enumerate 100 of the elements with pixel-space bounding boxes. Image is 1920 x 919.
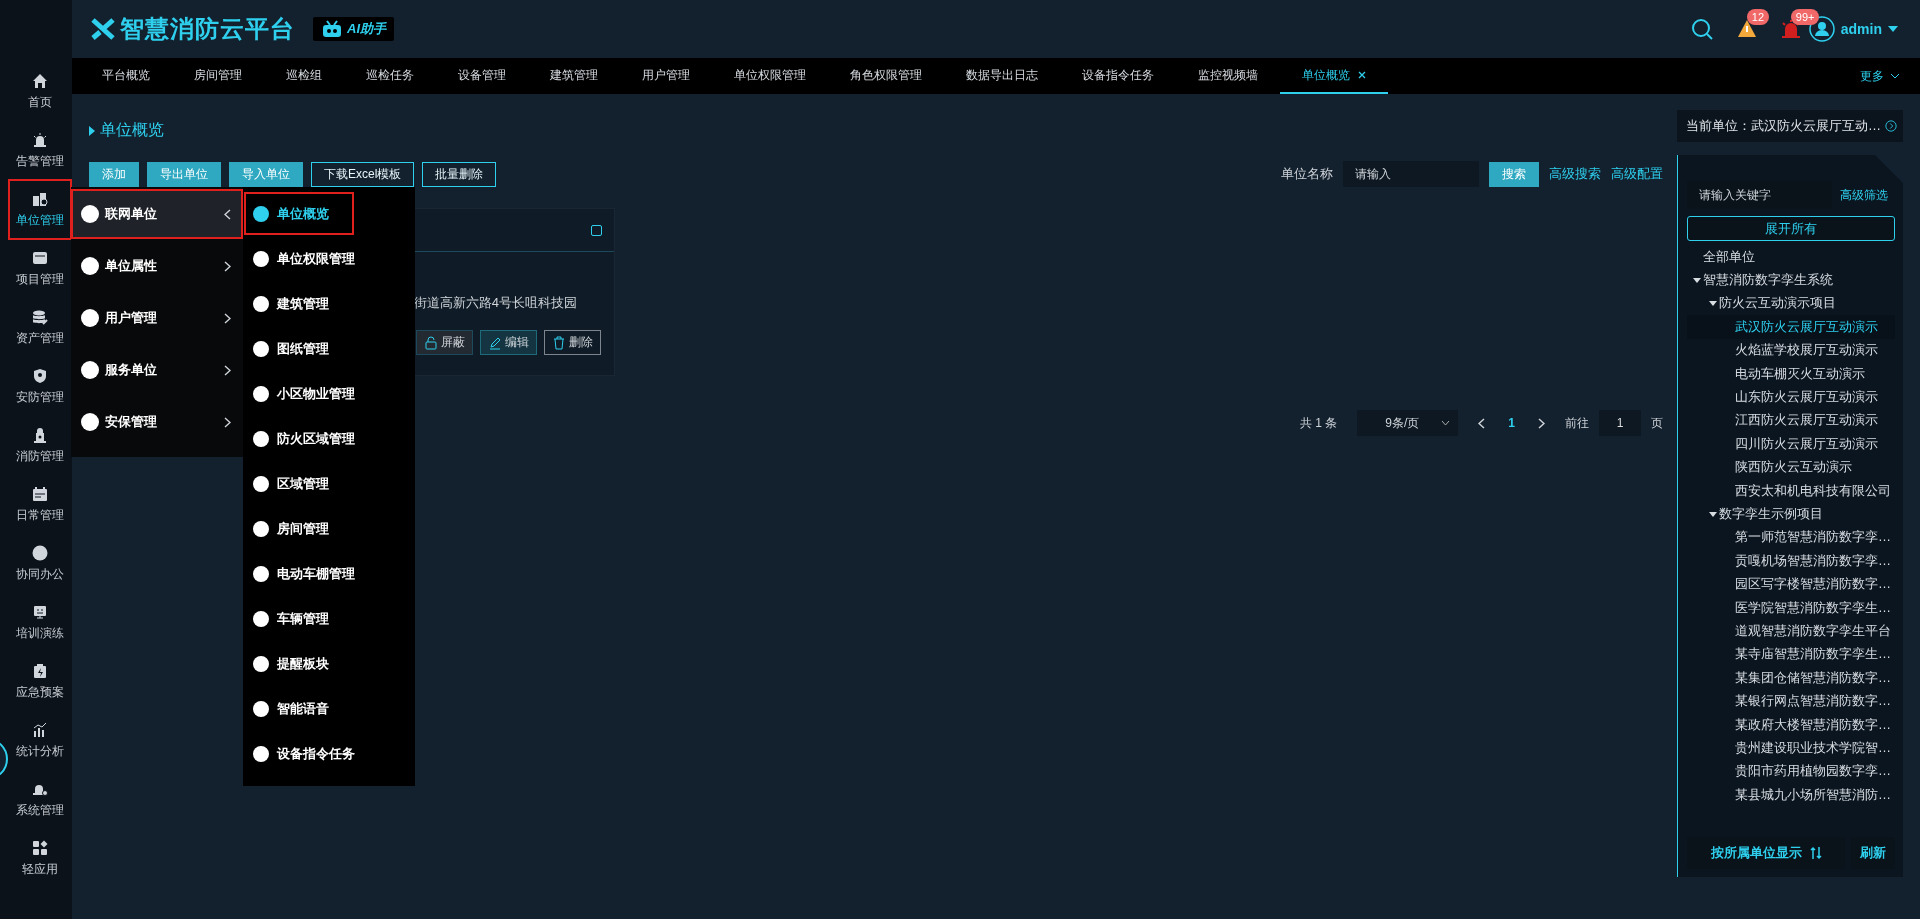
menu-item[interactable]: 用户管理	[71, 293, 243, 343]
alarm-light-icon[interactable]	[1780, 19, 1801, 39]
caret-icon[interactable]	[1708, 510, 1717, 518]
nav-item[interactable]: 协同办公	[10, 535, 70, 592]
menu-item[interactable]: 单位概览	[243, 191, 355, 236]
tree-item[interactable]: 山东防火云展厅互动演示	[1687, 385, 1895, 409]
menu-item[interactable]: 图纸管理	[243, 326, 415, 371]
tree-item[interactable]: 数字孪生示例项目	[1687, 502, 1895, 526]
menu-item[interactable]: 单位属性	[71, 241, 243, 291]
menu-item[interactable]: 联网单位	[71, 189, 243, 239]
current-unit-bar[interactable]: 当前单位：武汉防火云展厅互动…	[1677, 110, 1903, 142]
nav-item[interactable]: 培训演练	[10, 594, 70, 651]
tree-item[interactable]: 智慧消防数字孪生系统	[1687, 268, 1895, 292]
keyword-field[interactable]: 请输入关键字	[1687, 181, 1832, 209]
card-button[interactable]: 屏蔽	[416, 330, 473, 355]
card-button[interactable]: 编辑	[480, 330, 537, 355]
tree-item[interactable]: 四川防火云展厅互动演示	[1687, 432, 1895, 456]
tree-item[interactable]: 电动车棚灭火互动演示	[1687, 361, 1895, 386]
tree-item[interactable]: 武汉防火云展厅互动演示	[1687, 315, 1895, 339]
search-link[interactable]: 高级配置	[1611, 165, 1663, 183]
menu-item[interactable]: 防火区域管理	[243, 416, 415, 461]
action-button[interactable]: 下载Excel模板	[311, 161, 415, 187]
assistant-badge[interactable]: AI助手	[313, 17, 394, 41]
checkbox[interactable]	[591, 224, 602, 236]
menu-item[interactable]: 设备指令任务	[243, 731, 415, 776]
tab[interactable]: 用户管理	[620, 58, 712, 94]
nav-item[interactable]: 日常管理	[10, 476, 70, 533]
prev-page-button[interactable]	[1478, 417, 1486, 429]
filter-link[interactable]: 高级筛选	[1840, 186, 1888, 204]
nav-item[interactable]: 系统管理	[10, 771, 70, 828]
tree-item[interactable]: 园区写字楼智慧消防数字…	[1687, 572, 1895, 596]
search-link[interactable]: 高级搜索	[1549, 165, 1601, 183]
tree-item[interactable]: 贵阳市药用植物园数字孪…	[1687, 759, 1895, 783]
tab[interactable]: 单位概览	[1280, 58, 1388, 94]
tab[interactable]: 监控视频墙	[1176, 58, 1280, 94]
menu-item[interactable]: 单位权限管理	[243, 236, 415, 281]
page-size-select[interactable]: 9条/页	[1357, 410, 1459, 436]
tree-item[interactable]: 医学院智慧消防数字孪生…	[1687, 595, 1895, 620]
menu-item[interactable]: 安保管理	[71, 397, 243, 447]
tree-item[interactable]: 全部单位	[1687, 245, 1895, 269]
nav-item[interactable]: 告警管理	[10, 122, 70, 179]
close-icon[interactable]	[1358, 71, 1366, 79]
menu-item[interactable]: 建筑管理	[243, 281, 415, 326]
menu-item[interactable]: 智能语音	[243, 686, 415, 731]
tab[interactable]: 设备管理	[436, 58, 528, 94]
tab[interactable]: 单位权限管理	[712, 58, 828, 94]
user-name[interactable]: admin	[1840, 21, 1882, 37]
more-button[interactable]: 更多	[1854, 58, 1906, 94]
nav-item[interactable]: 项目管理	[10, 240, 70, 297]
caret-icon[interactable]	[1692, 276, 1701, 285]
tree-item[interactable]: 道观智慧消防数字孪生平台	[1687, 619, 1895, 643]
card-button[interactable]: 删除	[544, 330, 601, 355]
tree-item[interactable]: 第一师范智慧消防数字孪…	[1687, 525, 1895, 550]
page-number[interactable]: 1	[1505, 416, 1518, 430]
tree-item[interactable]: 某寺庙智慧消防数字孪生…	[1687, 642, 1895, 667]
next-page-button[interactable]	[1538, 417, 1545, 429]
tab[interactable]: 房间管理	[172, 58, 264, 94]
tree-item[interactable]: 某县城九小场所智慧消防…	[1687, 783, 1895, 807]
caret-icon[interactable]	[1708, 299, 1717, 308]
page-field[interactable]: 1	[1599, 410, 1641, 436]
menu-item[interactable]: 车辆管理	[243, 596, 415, 641]
menu-item[interactable]: 小区物业管理	[243, 371, 415, 416]
nav-item[interactable]: 统计分析	[10, 712, 70, 769]
caret-icon[interactable]	[1888, 26, 1898, 32]
tab[interactable]: 角色权限管理	[828, 58, 944, 94]
tab[interactable]: 巡检组	[264, 58, 344, 94]
sort-button[interactable]: 按所属单位显示	[1687, 837, 1845, 869]
tab[interactable]: 平台概览	[80, 58, 172, 94]
tree-item[interactable]: 贡嘎机场智慧消防数字孪…	[1687, 549, 1895, 573]
nav-item[interactable]: 消防管理	[10, 417, 70, 474]
tree-item[interactable]: 某集团仓储智慧消防数字…	[1687, 666, 1895, 690]
tab[interactable]: 数据导出日志	[944, 58, 1060, 94]
nav-item[interactable]: 首页	[10, 63, 70, 120]
nav-item[interactable]: 安防管理	[10, 358, 70, 415]
search-field[interactable]: 请输入	[1343, 161, 1479, 187]
tree-item[interactable]: 某政府大楼智慧消防数字…	[1687, 712, 1895, 737]
search-icon[interactable]	[1690, 18, 1713, 40]
menu-item[interactable]: 电动车棚管理	[243, 551, 415, 596]
chevron-circle-icon[interactable]	[1885, 119, 1897, 133]
tab[interactable]: 设备指令任务	[1060, 58, 1176, 94]
refresh-button[interactable]: 刷新	[1851, 837, 1895, 869]
tree-item[interactable]: 防火云互动演示项目	[1687, 291, 1895, 316]
tree-item[interactable]: 陕西防火云互动演示	[1687, 455, 1895, 479]
tree-item[interactable]: 江西防火云展厅互动演示	[1687, 408, 1895, 433]
nav-item[interactable]: 资产管理	[10, 299, 70, 356]
tree-item[interactable]: 贵州建设职业技术学院智…	[1687, 736, 1895, 760]
tab[interactable]: 建筑管理	[528, 58, 620, 94]
menu-item[interactable]: 提醒板块	[243, 641, 415, 686]
menu-item[interactable]: 区域管理	[243, 461, 415, 506]
nav-item[interactable]: 应急预案	[10, 653, 70, 710]
tree-item[interactable]: 火焰蓝学校展厅互动演示	[1687, 338, 1895, 362]
nav-item[interactable]: 单位管理	[10, 181, 70, 238]
tree-item[interactable]: 某银行网点智慧消防数字…	[1687, 689, 1895, 713]
warning-icon[interactable]	[1736, 19, 1757, 39]
menu-item[interactable]: 服务单位	[71, 345, 243, 395]
tree-item[interactable]: 西安太和机电科技有限公司	[1687, 478, 1895, 503]
action-button[interactable]: 批量删除	[422, 161, 497, 187]
menu-item[interactable]: 房间管理	[243, 506, 415, 551]
nav-item[interactable]: 轻应用	[10, 830, 70, 887]
expand-all-button[interactable]: 展开所有	[1687, 216, 1895, 241]
